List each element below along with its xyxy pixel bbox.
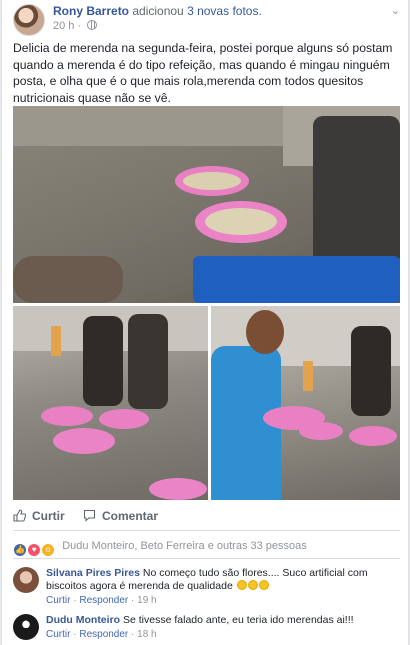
time-separator: ·	[77, 20, 82, 32]
comment-label: Comentar	[102, 509, 159, 523]
emoji-icon	[258, 580, 269, 590]
like-reaction-icon: 👍	[13, 543, 27, 557]
photo-plate	[53, 428, 115, 454]
comment-like-link[interactable]: Curtir	[46, 595, 70, 606]
photo-spoons	[193, 256, 400, 303]
emoji-icon	[247, 580, 258, 590]
comment-icon	[83, 509, 96, 522]
reactions-summary[interactable]: 👍 ♥ o Dudu Monteiro, Beto Ferreira e out…	[13, 540, 307, 557]
photo-person	[128, 314, 168, 409]
comment-button[interactable]: Comentar	[83, 504, 158, 528]
post-actions: Curtir Comentar	[13, 504, 400, 528]
chevron-down-icon[interactable]: ⌄	[391, 4, 400, 17]
photo-plate	[349, 426, 397, 446]
photo-plate	[99, 409, 149, 429]
reactions-text: Dudu Monteiro, Beto Ferreira e outras 33…	[62, 540, 307, 552]
author-name[interactable]: Rony Barreto	[53, 4, 129, 18]
like-button[interactable]: Curtir	[13, 504, 65, 528]
photo-hand	[13, 256, 123, 303]
commenter-name[interactable]: Dudu Monteiro	[46, 614, 120, 626]
like-label: Curtir	[32, 509, 65, 523]
new-photos-link[interactable]: 3 novas fotos.	[187, 4, 262, 18]
globe-icon	[87, 20, 98, 30]
emoji-icon	[236, 580, 247, 590]
photo-plate	[299, 422, 343, 440]
comment-body: Silvana Pires Pires No começo tudo são f…	[46, 567, 396, 607]
post-time[interactable]: 20 h	[53, 20, 74, 32]
photo-person	[313, 116, 400, 266]
photo-porridge	[183, 172, 241, 190]
comment-like-link[interactable]: Curtir	[46, 629, 70, 640]
photo-plate	[41, 406, 93, 426]
photo-bottle	[51, 326, 61, 356]
comment-reply-link[interactable]: Responder	[79, 629, 128, 640]
photo-bottle	[303, 361, 313, 391]
action-text: adicionou	[132, 4, 184, 18]
post-header-line: Rony Barreto adicionou 3 novas fotos.	[53, 4, 262, 18]
photo-person	[351, 326, 391, 416]
photo-2[interactable]	[13, 306, 208, 500]
post-header: Rony Barreto adicionou 3 novas fotos. 20…	[2, 0, 408, 36]
commenter-avatar[interactable]	[13, 614, 39, 640]
comment-meta: Curtir · Responder · 18 h	[46, 629, 157, 640]
divider	[13, 530, 400, 531]
commenter-name[interactable]: Silvana Pires Pires	[46, 567, 140, 579]
comment-meta: Curtir · Responder · 19 h	[46, 595, 157, 606]
photo-plate	[149, 478, 207, 500]
comment-text: Se tivesse falado ante, eu teria ido mer…	[123, 614, 354, 626]
photo-porridge	[205, 208, 277, 235]
love-reaction-icon: ♥	[27, 543, 42, 557]
comment-reply-link[interactable]: Responder	[79, 595, 128, 606]
photo-person	[83, 316, 123, 406]
thumbs-up-icon	[13, 509, 26, 522]
wow-reaction-icon: o	[41, 543, 56, 557]
author-avatar[interactable]	[13, 4, 45, 36]
photo-1[interactable]	[13, 106, 400, 303]
photo-head	[246, 310, 284, 354]
comment-body: Dudu Monteiro Se tivesse falado ante, eu…	[46, 614, 396, 641]
divider	[13, 558, 400, 559]
post-meta: 20 h ·	[53, 20, 98, 32]
commenter-avatar[interactable]	[13, 567, 39, 593]
post-card: Rony Barreto adicionou 3 novas fotos. 20…	[1, 0, 409, 645]
photo-3[interactable]	[211, 306, 400, 500]
post-text: Delicia de merenda na segunda-feira, pos…	[13, 41, 393, 105]
comment-time[interactable]: 19 h	[137, 595, 156, 606]
comment-time[interactable]: 18 h	[137, 629, 156, 640]
